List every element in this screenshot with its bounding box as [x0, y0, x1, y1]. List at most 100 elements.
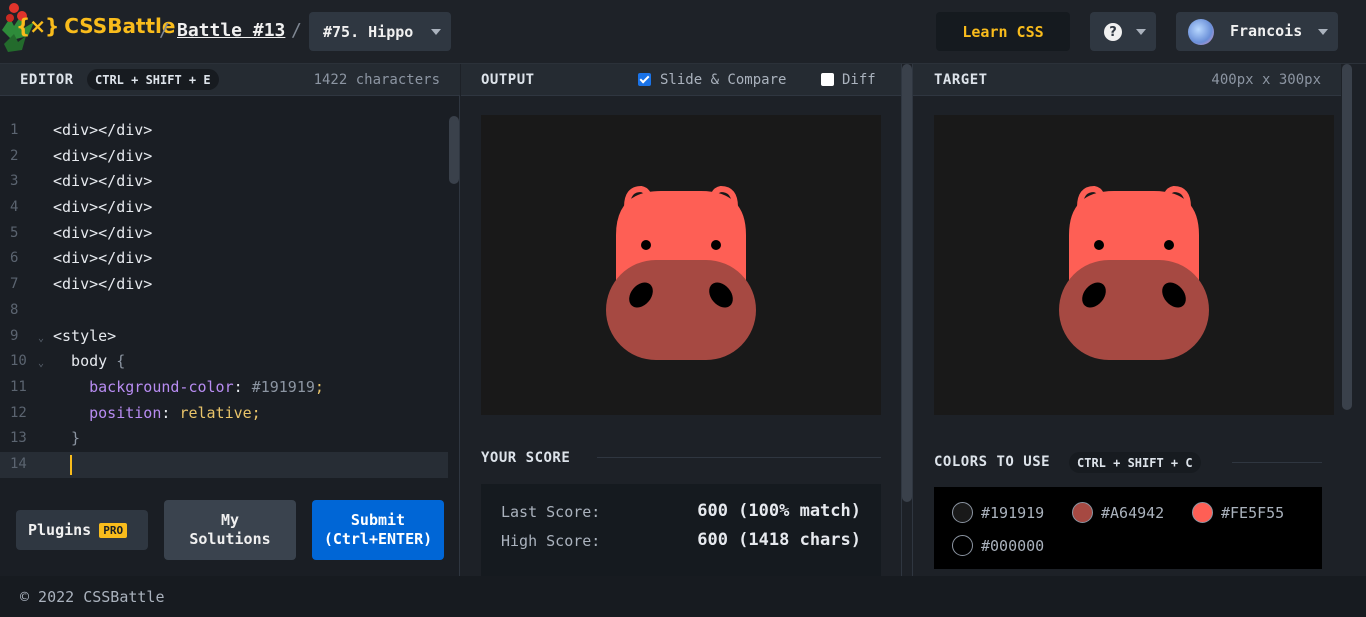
code-line[interactable]: 6 <div></div> — [0, 246, 448, 272]
logo-mark-icon: {⨯} — [16, 14, 59, 38]
code-line[interactable]: 14 — [0, 451, 448, 478]
line-number: 4 — [10, 199, 19, 216]
code-token: <div></div> — [53, 275, 153, 294]
last-score-value: 600 (100% match) — [697, 501, 861, 521]
output-header: OUTPUT Slide & Compare Diff — [461, 64, 901, 96]
line-number: 8 — [10, 301, 19, 318]
plugins-label: Plugins — [28, 521, 92, 539]
code-line[interactable]: 10 ⌄ body { — [0, 349, 448, 375]
code-token: <div></div> — [53, 121, 153, 139]
user-menu-button[interactable]: Francois — [1176, 12, 1338, 51]
output-hippo — [481, 115, 881, 415]
editor-header: EDITOR CTRL + SHIFT + E 1422 characters — [0, 64, 460, 96]
output-canvas[interactable] — [481, 115, 881, 415]
diff-checkbox[interactable] — [821, 73, 834, 86]
line-number: 2 — [10, 147, 19, 164]
color-swatch[interactable]: #000000 — [952, 535, 1044, 556]
code-token: { — [116, 352, 126, 371]
panel-resize-handle[interactable] — [901, 64, 913, 576]
learn-css-button[interactable]: Learn CSS — [936, 12, 1070, 51]
code-line[interactable]: 1 <div></div> — [0, 118, 448, 144]
user-name: Francois — [1230, 22, 1303, 40]
output-scrollbar[interactable] — [902, 64, 912, 502]
line-source: body { — [53, 349, 125, 375]
slide-compare-checkbox[interactable] — [638, 73, 651, 86]
score-title: YOUR SCORE — [481, 450, 571, 466]
code-token: <div></div> — [53, 249, 153, 268]
target-header: TARGET 400px x 300px — [913, 64, 1341, 96]
code-line[interactable]: 9 ⌄ <style> — [0, 324, 448, 350]
breadcrumb-battle-link[interactable]: Battle #13 — [177, 20, 285, 41]
score-panel: Last Score: 600 (100% match) High Score:… — [481, 484, 881, 576]
plugins-button[interactable]: Plugins PRO — [16, 510, 148, 550]
code-token: : — [161, 403, 180, 422]
code-token: position — [53, 403, 162, 422]
editor-scrollbar[interactable] — [449, 116, 459, 184]
color-swatch[interactable]: #FE5F55 — [1192, 502, 1284, 523]
output-title: OUTPUT — [481, 72, 535, 88]
target-select-dropdown[interactable]: #75. Hippo — [309, 12, 451, 51]
line-number: 5 — [10, 224, 19, 241]
line-source: position: relative; — [53, 401, 261, 427]
editor-title: EDITOR — [20, 72, 74, 88]
line-source: <div></div> — [53, 118, 152, 144]
color-hex: #191919 — [981, 503, 1045, 522]
my-solutions-button[interactable]: My Solutions — [164, 500, 296, 560]
line-source: <div></div> — [53, 246, 152, 272]
code-line[interactable]: 3 <div></div> — [0, 169, 448, 195]
page-scrollbar[interactable] — [1341, 64, 1366, 576]
line-source: <div></div> — [53, 272, 152, 298]
code-line[interactable]: 11 background-color: #191919; — [0, 375, 448, 401]
help-icon: ? — [1104, 23, 1122, 41]
code-line[interactable]: 7 <div></div> — [0, 272, 448, 298]
fold-chevron-icon[interactable]: ⌄ — [38, 326, 44, 352]
breadcrumb-separator: / — [159, 20, 170, 41]
pro-badge: PRO — [99, 522, 128, 538]
line-number: 13 — [10, 430, 27, 447]
color-swatch[interactable]: #A64942 — [1072, 502, 1164, 523]
code-token: body — [53, 352, 117, 371]
code-line[interactable]: 4 <div></div> — [0, 195, 448, 221]
colors-shortcut-badge: CTRL + SHIFT + C — [1069, 452, 1201, 473]
code-line[interactable]: 8 — [0, 298, 448, 324]
breadcrumb-separator: / — [291, 20, 302, 41]
help-menu-button[interactable]: ? — [1090, 12, 1156, 51]
code-token: background-color — [53, 377, 234, 396]
color-hex: #000000 — [981, 536, 1045, 555]
logo[interactable]: {⨯} CSSBattle — [16, 14, 175, 38]
line-source: <div></div> — [53, 221, 152, 247]
target-hippo — [934, 115, 1334, 415]
target-title: TARGET — [934, 72, 988, 88]
code-lines[interactable]: 1 <div></div> 2 <div></div> 3 <div></div> 4 <di… — [0, 118, 448, 478]
line-number: 6 — [10, 250, 19, 267]
score-divider — [597, 457, 881, 458]
line-source: background-color: #191919; — [53, 375, 324, 401]
last-score-label: Last Score: — [501, 503, 601, 521]
submit-button[interactable]: Submit (Ctrl+ENTER) — [312, 500, 444, 560]
color-dot — [952, 502, 973, 523]
color-swatch[interactable]: #191919 — [952, 502, 1044, 523]
high-score-label: High Score: — [501, 532, 601, 550]
fold-chevron-icon[interactable]: ⌄ — [38, 351, 44, 377]
line-number: 9 — [10, 327, 19, 344]
chevron-down-icon — [431, 29, 441, 35]
colors-divider — [1232, 462, 1322, 463]
line-source: } — [53, 426, 80, 452]
line-source: <div></div> — [53, 144, 152, 170]
line-source: <div></div> — [53, 169, 152, 195]
page-scroll-thumb[interactable] — [1342, 64, 1352, 410]
target-size: 400px x 300px — [1211, 72, 1321, 88]
top-bar: {⨯} CSSBattle / Battle #13 / #75. Hippo … — [0, 0, 1366, 64]
code-line[interactable]: 13 } — [0, 426, 448, 452]
code-token: <div></div> — [53, 198, 153, 217]
slide-compare-label: Slide & Compare — [660, 72, 787, 88]
avatar — [1188, 19, 1214, 45]
target-canvas — [934, 115, 1334, 415]
code-token: <div></div> — [53, 146, 153, 165]
line-number: 7 — [10, 276, 19, 293]
code-line[interactable]: 5 <div></div> — [0, 221, 448, 247]
code-line[interactable]: 12 position: relative; — [0, 401, 448, 427]
code-line[interactable]: 2 <div></div> — [0, 144, 448, 170]
chevron-down-icon — [1136, 29, 1146, 35]
line-source: <div></div> — [53, 195, 152, 221]
